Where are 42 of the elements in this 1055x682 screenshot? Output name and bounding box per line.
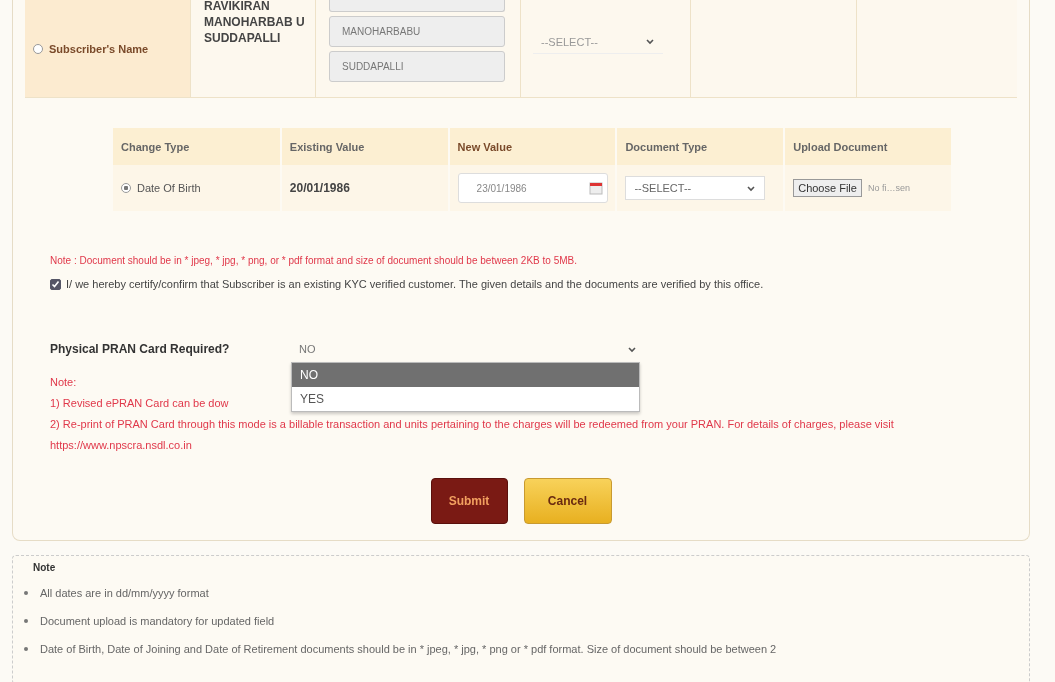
note-item: Document upload is mandatory for updated field bbox=[40, 615, 275, 627]
note-title: Note: bbox=[50, 376, 77, 388]
note-item: All dates are in dd/mm/yyyy format bbox=[40, 587, 209, 599]
first-name-field[interactable] bbox=[329, 0, 505, 12]
pran-card-label: Physical PRAN Card Required? bbox=[50, 342, 231, 356]
bullet-icon bbox=[24, 591, 28, 595]
note-line: 2) Re-print of PRAN Card through this mode is a billable transaction and units pertaining to the charges will be redeemed from your PRAN. For details of charges, please visit https://www.npscra.nsdl.co.in bbox=[50, 418, 894, 451]
document-type-select[interactable]: --SELECT-- bbox=[625, 176, 766, 200]
bullet-icon bbox=[24, 647, 28, 651]
change-type-label: Subscriber's Name bbox=[49, 42, 149, 55]
pran-card-select[interactable]: NO bbox=[291, 338, 645, 360]
file-status: No fi…sen bbox=[867, 183, 910, 193]
format-note: Note : Document should be in * jpeg, * jpg, * png, or * pdf format and size of document should be between 2KB to 5MB. bbox=[50, 255, 578, 266]
form-button[interactable]: Submit bbox=[430, 478, 508, 524]
checkbox[interactable] bbox=[50, 278, 61, 290]
notes-title: Note bbox=[33, 562, 57, 573]
name-field[interactable]: SUDDAPALLI bbox=[329, 51, 505, 82]
note-item: Date of Birth, Date of Joining and Date of Retirement documents should be in * jpeg, * jpg, * png or * pdf format. Size of document should be between 2 bbox=[40, 643, 777, 655]
choose-file-button[interactable]: Choose File bbox=[793, 179, 862, 197]
column-header: Upload Document bbox=[784, 128, 952, 165]
dropdown-option[interactable]: NO bbox=[292, 363, 639, 387]
dropdown-option[interactable]: YES bbox=[292, 387, 639, 411]
bullet-icon bbox=[24, 619, 28, 623]
name-field[interactable]: MANOHARBABU bbox=[329, 16, 505, 47]
radio-button[interactable] bbox=[33, 43, 43, 54]
change-type-label: Date Of Birth bbox=[137, 182, 201, 194]
form-button[interactable]: Cancel bbox=[523, 478, 612, 524]
table-cell: 20/01/1986 bbox=[289, 181, 350, 195]
certify-text: I/ we hereby certify/confirm that Subscriber is an existing KYC verified customer. The given details and the documents are verified by this office. bbox=[66, 278, 764, 290]
caret-icon bbox=[645, 37, 655, 46]
column-header: Existing Value bbox=[280, 128, 449, 165]
column-header: Change Type bbox=[113, 128, 281, 165]
existing-value: RAVIKIRAN MANOHARBAB U SUDDAPALLI bbox=[204, 0, 306, 46]
column-header: Document Type bbox=[616, 128, 785, 165]
note-line: 1) Revised ePRAN Card can be dow bbox=[50, 397, 229, 409]
radio-button[interactable] bbox=[121, 183, 131, 193]
caret-icon bbox=[746, 183, 757, 193]
column-header: New Value bbox=[448, 128, 617, 165]
caret-icon bbox=[627, 344, 637, 354]
document-type-select[interactable]: --SELECT-- bbox=[533, 30, 663, 54]
calendar-icon bbox=[588, 181, 603, 195]
date-field[interactable]: 23/01/1986 bbox=[457, 173, 608, 203]
